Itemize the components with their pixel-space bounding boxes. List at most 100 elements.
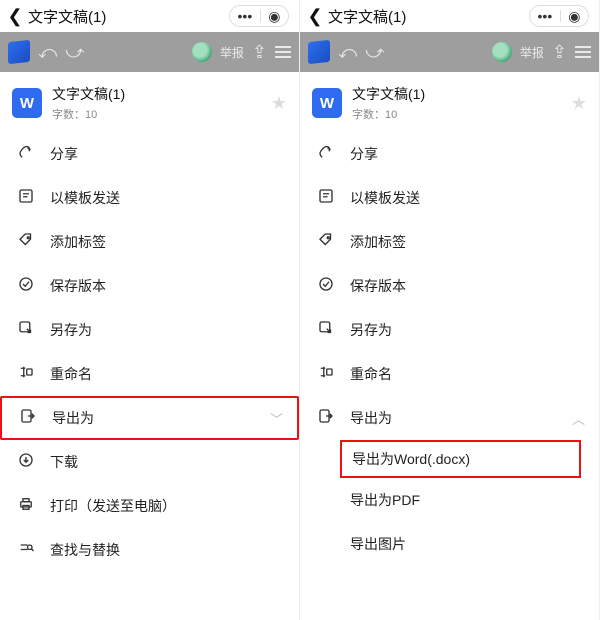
check-circle-icon (14, 275, 38, 298)
check-circle-icon (314, 275, 338, 298)
nav-title: 文字文稿(1) (326, 6, 529, 27)
menu-save-version[interactable]: 保存版本 (0, 264, 299, 308)
tag-icon (14, 231, 38, 254)
menu-label: 以模板发送 (50, 188, 120, 208)
mini-program-capsule[interactable]: ••• ◉ (229, 5, 289, 27)
menu-export-as[interactable]: 导出为 ﹀ (0, 396, 299, 440)
menu-rename[interactable]: 重命名 (0, 352, 299, 396)
star-icon[interactable]: ★ (571, 93, 587, 114)
capsule-sep (560, 10, 561, 22)
word-doc-icon: W (312, 88, 342, 118)
menu-export-as[interactable]: 导出为 ︿ (300, 396, 599, 440)
nav-title: 文字文稿(1) (26, 6, 229, 27)
menu-add-tag[interactable]: 添加标签 (300, 220, 599, 264)
back-icon[interactable]: ❮ (304, 6, 326, 27)
target-icon[interactable]: ◉ (568, 8, 580, 25)
menu-share[interactable]: 分享 (0, 132, 299, 176)
chevron-down-icon: ﹀ (270, 409, 283, 428)
doc-subtitle: 字数：10 (52, 106, 125, 122)
share-out-icon[interactable]: ⇪ (552, 42, 567, 63)
menu-label: 添加标签 (350, 232, 406, 252)
top-nav: ❮ 文字文稿(1) ••• ◉ (0, 0, 299, 32)
hamburger-icon[interactable] (575, 46, 591, 58)
more-icon[interactable]: ••• (238, 8, 253, 24)
menu-label: 另存为 (350, 320, 392, 340)
doc-header: W 文字文稿(1) 字数：10 ★ (300, 72, 599, 132)
menu-label: 保存版本 (350, 276, 406, 296)
target-icon[interactable]: ◉ (268, 8, 280, 25)
rename-icon (314, 363, 338, 386)
menu-label: 以模板发送 (350, 188, 420, 208)
app-logo-icon (8, 40, 30, 64)
doc-header: W 文字文稿(1) 字数：10 ★ (0, 72, 299, 132)
right-pane: ❮ 文字文稿(1) ••• ◉ ⤺ ⤻ 举报 ⇪ W 文字文稿(1) 字数：10… (300, 0, 600, 620)
share-icon (14, 143, 38, 166)
redo-icon[interactable]: ⤻ (65, 42, 84, 63)
undo-icon[interactable]: ⤺ (38, 42, 57, 63)
menu-label: 重命名 (350, 364, 392, 384)
export-icon (16, 407, 40, 430)
doc-title: 文字文稿(1) (52, 84, 125, 104)
undo-icon[interactable]: ⤺ (338, 42, 357, 63)
share-out-icon[interactable]: ⇪ (252, 42, 267, 63)
menu-save-as[interactable]: 另存为 (300, 308, 599, 352)
save-as-icon (314, 319, 338, 342)
toolbar: ⤺ ⤻ 举报 ⇪ (300, 32, 599, 72)
menu-save-version[interactable]: 保存版本 (300, 264, 599, 308)
menu-rename[interactable]: 重命名 (300, 352, 599, 396)
avatar[interactable] (192, 42, 212, 62)
doc-title: 文字文稿(1) (352, 84, 425, 104)
download-icon (14, 451, 38, 474)
template-icon (14, 187, 38, 210)
more-icon[interactable]: ••• (538, 8, 553, 24)
back-icon[interactable]: ❮ (4, 6, 26, 27)
menu-label: 下载 (50, 452, 78, 472)
sub-label: 导出为Word(.docx) (352, 449, 470, 469)
menu-label: 打印（发送至电脑） (50, 496, 176, 516)
capsule-sep (260, 10, 261, 22)
hamburger-icon[interactable] (275, 46, 291, 58)
menu-label: 保存版本 (50, 276, 106, 296)
find-replace-icon (14, 539, 38, 562)
menu-save-as[interactable]: 另存为 (0, 308, 299, 352)
menu-download[interactable]: 下载 (0, 440, 299, 484)
menu-list: 分享 以模板发送 添加标签 保存版本 另存为 重命名 导出为 ﹀ (0, 132, 299, 572)
export-word[interactable]: 导出为Word(.docx) (340, 440, 581, 478)
share-icon (314, 143, 338, 166)
sub-label: 导出图片 (350, 534, 406, 554)
avatar[interactable] (492, 42, 512, 62)
menu-label: 导出为 (350, 408, 392, 428)
report-link[interactable]: 举报 (520, 44, 544, 61)
toolbar: ⤺ ⤻ 举报 ⇪ (0, 32, 299, 72)
left-pane: ❮ 文字文稿(1) ••• ◉ ⤺ ⤻ 举报 ⇪ W 文字文稿(1) 字数：10… (0, 0, 300, 620)
export-pdf[interactable]: 导出为PDF (300, 478, 599, 522)
print-icon (14, 495, 38, 518)
rename-icon (14, 363, 38, 386)
export-icon (314, 407, 338, 430)
sub-label: 导出为PDF (350, 490, 420, 510)
menu-send-template[interactable]: 以模板发送 (0, 176, 299, 220)
report-link[interactable]: 举报 (220, 44, 244, 61)
export-image[interactable]: 导出图片 (300, 522, 599, 566)
menu-label: 重命名 (50, 364, 92, 384)
word-doc-icon: W (12, 88, 42, 118)
menu-label: 分享 (50, 144, 78, 164)
app-logo-icon (308, 40, 330, 64)
star-icon[interactable]: ★ (271, 93, 287, 114)
menu-send-template[interactable]: 以模板发送 (300, 176, 599, 220)
top-nav: ❮ 文字文稿(1) ••• ◉ (300, 0, 599, 32)
tag-icon (314, 231, 338, 254)
menu-print[interactable]: 打印（发送至电脑） (0, 484, 299, 528)
menu-add-tag[interactable]: 添加标签 (0, 220, 299, 264)
menu-find-replace[interactable]: 查找与替换 (0, 528, 299, 572)
menu-label: 分享 (350, 144, 378, 164)
save-as-icon (14, 319, 38, 342)
mini-program-capsule[interactable]: ••• ◉ (529, 5, 589, 27)
menu-share[interactable]: 分享 (300, 132, 599, 176)
doc-subtitle: 字数：10 (352, 106, 425, 122)
menu-label: 查找与替换 (50, 540, 120, 560)
menu-list: 分享 以模板发送 添加标签 保存版本 另存为 重命名 导出为 ︿ 导出为Word (300, 132, 599, 566)
template-icon (314, 187, 338, 210)
redo-icon[interactable]: ⤻ (365, 42, 384, 63)
menu-label: 另存为 (50, 320, 92, 340)
